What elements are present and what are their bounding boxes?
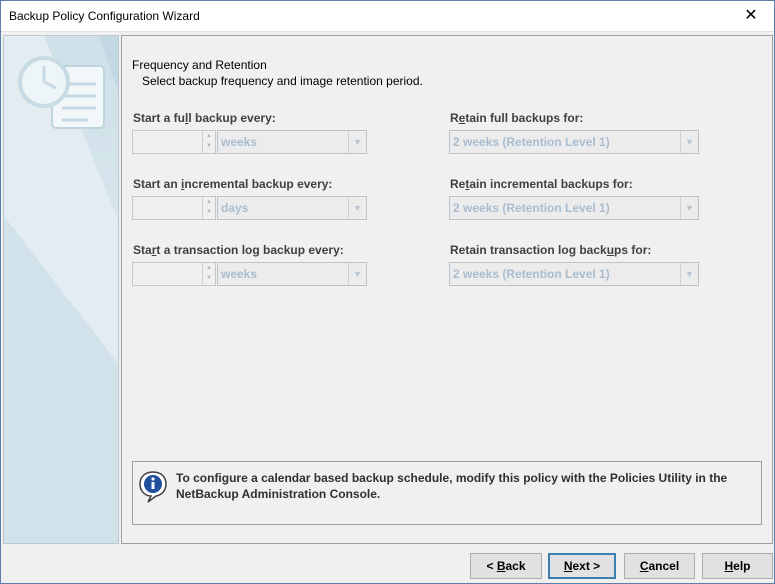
spinner-arrows-icon[interactable]: ▲ ▼ (202, 263, 215, 285)
incremental-backup-frequency-unit-value: days (221, 201, 249, 215)
clock-scroll-icon (4, 36, 118, 543)
page-title: Frequency and Retention (132, 58, 267, 72)
transaction-log-frequency-unit-value: weeks (221, 267, 258, 281)
retain-full-label: Retain full backups for: (450, 111, 584, 125)
chevron-down-icon[interactable]: ▼ (680, 263, 698, 285)
full-backup-frequency-unit-select[interactable]: weeks ▼ (217, 130, 367, 154)
incremental-backup-frequency-unit-select[interactable]: days ▼ (217, 196, 367, 220)
back-button[interactable]: < Back (470, 553, 542, 579)
wizard-window: Backup Policy Configuration Wizard ✕ Fre… (0, 0, 775, 584)
title-bar: Backup Policy Configuration Wizard ✕ (1, 1, 774, 32)
full-backup-frequency-spinner[interactable]: ▲ ▼ (132, 130, 216, 154)
full-backup-frequency-value[interactable] (133, 131, 203, 153)
wizard-content: Frequency and Retention Select backup fr… (121, 35, 773, 544)
retain-incremental-value: 2 weeks (Retention Level 1) (453, 201, 610, 215)
chevron-down-icon[interactable]: ▼ (348, 131, 366, 153)
transaction-log-frequency-value[interactable] (133, 263, 203, 285)
spinner-arrows-icon[interactable]: ▲ ▼ (202, 197, 215, 219)
incremental-backup-frequency-label: Start an incremental backup every: (133, 177, 333, 191)
retain-transaction-log-select[interactable]: 2 weeks (Retention Level 1) ▼ (449, 262, 699, 286)
chevron-down-icon[interactable]: ▼ (680, 131, 698, 153)
incremental-backup-frequency-value[interactable] (133, 197, 203, 219)
next-button[interactable]: Next > (548, 553, 616, 579)
help-button[interactable]: Help (702, 553, 773, 579)
retain-transaction-log-value: 2 weeks (Retention Level 1) (453, 267, 610, 281)
full-backup-frequency-unit-value: weeks (221, 135, 258, 149)
page-subtitle: Select backup frequency and image retent… (142, 74, 423, 88)
transaction-log-frequency-unit-select[interactable]: weeks ▼ (217, 262, 367, 286)
window-title: Backup Policy Configuration Wizard (9, 9, 200, 23)
spinner-arrows-icon[interactable]: ▲ ▼ (202, 131, 215, 153)
chevron-down-icon[interactable]: ▼ (348, 197, 366, 219)
transaction-log-frequency-spinner[interactable]: ▲ ▼ (132, 262, 216, 286)
retain-full-select[interactable]: 2 weeks (Retention Level 1) ▼ (449, 130, 699, 154)
close-icon[interactable]: ✕ (728, 1, 774, 31)
full-backup-frequency-label: Start a full backup every: (133, 111, 276, 125)
cancel-button[interactable]: Cancel (624, 553, 695, 579)
chevron-down-icon[interactable]: ▼ (348, 263, 366, 285)
info-icon (139, 471, 167, 503)
info-text: To configure a calendar based backup sch… (176, 471, 728, 501)
retain-transaction-log-label: Retain transaction log backups for: (450, 243, 652, 257)
info-box: To configure a calendar based backup sch… (132, 461, 762, 525)
wizard-side-panel (3, 35, 119, 544)
retain-incremental-select[interactable]: 2 weeks (Retention Level 1) ▼ (449, 196, 699, 220)
chevron-down-icon[interactable]: ▼ (680, 197, 698, 219)
retain-incremental-label: Retain incremental backups for: (450, 177, 633, 191)
incremental-backup-frequency-spinner[interactable]: ▲ ▼ (132, 196, 216, 220)
retain-full-value: 2 weeks (Retention Level 1) (453, 135, 610, 149)
transaction-log-frequency-label: Start a transaction log backup every: (133, 243, 344, 257)
